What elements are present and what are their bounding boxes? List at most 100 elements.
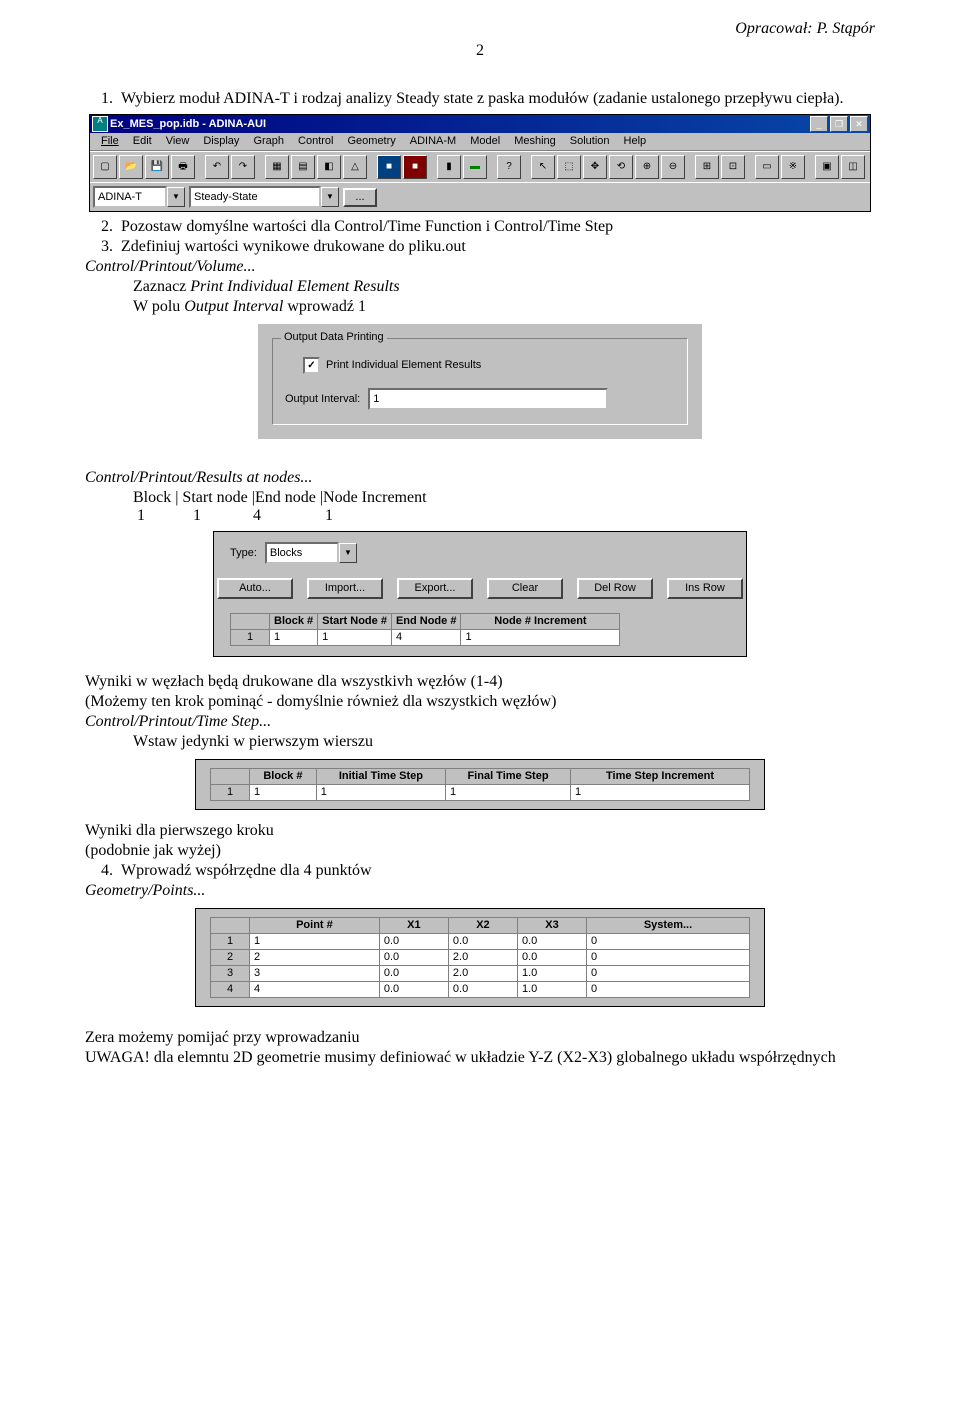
cursor-icon[interactable]: ↖ xyxy=(531,155,555,179)
menu-path-timestep: Control/Printout/Time Step... xyxy=(85,713,875,731)
new-icon[interactable]: ▢ xyxy=(93,155,117,179)
menu-path-results: Control/Printout/Results at nodes... xyxy=(85,469,875,487)
tool-icon[interactable]: ◧ xyxy=(317,155,341,179)
output-interval-input[interactable] xyxy=(368,388,608,410)
save-icon[interactable]: 💾 xyxy=(145,155,169,179)
print-icon[interactable]: 🖶 xyxy=(171,155,195,179)
tool-icon[interactable]: ■ xyxy=(403,155,427,179)
print-individual-checkbox-row: ✓ Print Individual Element Results xyxy=(303,357,675,374)
del-row-button[interactable]: Del Row xyxy=(577,578,653,599)
type-label: Type: xyxy=(230,548,257,559)
table-header-row: Block # Start Node # End Node # Node # I… xyxy=(231,614,620,630)
points-grid[interactable]: Point # X1 X2 X3 System... 1 1 0.0 0.0 0… xyxy=(210,917,750,998)
tool-icon[interactable]: ⊕ xyxy=(635,155,659,179)
menu-help[interactable]: Help xyxy=(617,134,654,149)
tool-icon[interactable]: ⬚ xyxy=(557,155,581,179)
menubar[interactable]: File Edit View Display Graph Control Geo… xyxy=(90,133,870,151)
tool-icon[interactable]: ▤ xyxy=(291,155,315,179)
analysis-value[interactable] xyxy=(189,186,321,208)
close-button[interactable]: ✕ xyxy=(850,116,868,132)
table-row[interactable]: 3 3 0.0 2.0 1.0 0 xyxy=(211,966,750,982)
col-x1: X1 xyxy=(379,918,448,934)
col-system: System... xyxy=(587,918,750,934)
output-box-panel: Output Data Printing ✓ Print Individual … xyxy=(258,324,702,439)
menu-display[interactable]: Display xyxy=(196,134,246,149)
table-row[interactable]: 2 2 0.0 2.0 0.0 0 xyxy=(211,950,750,966)
grid-button-row: Auto... Import... Export... Clear Del Ro… xyxy=(220,568,740,609)
tool-icon[interactable]: ⊖ xyxy=(661,155,685,179)
module-value[interactable] xyxy=(93,186,167,208)
menu-view[interactable]: View xyxy=(159,134,197,149)
menu-file[interactable]: File xyxy=(94,134,126,149)
tool-icon[interactable]: ▭ xyxy=(755,155,779,179)
type-combo[interactable]: ▼ xyxy=(265,542,357,564)
col-block: Block # xyxy=(250,769,317,785)
options-button[interactable]: ... xyxy=(343,188,377,207)
undo-icon[interactable]: ↶ xyxy=(205,155,229,179)
tool-icon[interactable]: ■ xyxy=(377,155,401,179)
module-combo[interactable]: ▼ xyxy=(93,186,185,208)
maximize-button[interactable]: ❐ xyxy=(830,116,848,132)
menu-path-points: Geometry/Points... xyxy=(85,882,875,900)
timestep-grid[interactable]: Block # Initial Time Step Final Time Ste… xyxy=(210,768,750,801)
help-icon[interactable]: ? xyxy=(497,155,521,179)
step-4: Wprowadź współrzędne dla 4 punktów xyxy=(117,862,875,880)
col-endnode: End Node # xyxy=(391,614,461,630)
type-value[interactable] xyxy=(265,542,339,564)
table-row[interactable]: 1 1 0.0 0.0 0.0 0 xyxy=(211,934,750,950)
tool-icon[interactable]: ※ xyxy=(781,155,805,179)
chevron-down-icon[interactable]: ▼ xyxy=(321,187,339,207)
import-button[interactable]: Import... xyxy=(307,578,383,599)
tool-icon[interactable]: ▬ xyxy=(463,155,487,179)
col-x2: X2 xyxy=(448,918,517,934)
step-2: Pozostaw domyślne wartości dla Control/T… xyxy=(117,218,875,236)
print-individual-checkbox[interactable]: ✓ xyxy=(303,357,320,374)
menu-adinam[interactable]: ADINA-M xyxy=(403,134,463,149)
toolbar-module: ▼ ▼ ... xyxy=(90,182,870,211)
tool-icon[interactable]: ✥ xyxy=(583,155,607,179)
window-title: Ex_MES_pop.idb - ADINA-AUI xyxy=(108,119,808,130)
blocks-panel: Type: ▼ Auto... Import... Export... Clea… xyxy=(213,531,747,657)
step-3: Zdefiniuj wartości wynikowe drukowane do… xyxy=(117,238,875,256)
table-row[interactable]: 1 1 1 1 1 xyxy=(211,785,750,801)
auto-button[interactable]: Auto... xyxy=(217,578,293,599)
menu-solution[interactable]: Solution xyxy=(563,134,617,149)
menu-geometry[interactable]: Geometry xyxy=(340,134,402,149)
table-header-row: Point # X1 X2 X3 System... xyxy=(211,918,750,934)
menu-graph[interactable]: Graph xyxy=(246,134,291,149)
tool-icon[interactable]: ◫ xyxy=(841,155,865,179)
open-icon[interactable]: 📂 xyxy=(119,155,143,179)
export-button[interactable]: Export... xyxy=(397,578,473,599)
blocks-grid[interactable]: Block # Start Node # End Node # Node # I… xyxy=(230,613,620,646)
table-row[interactable]: 1 1 1 4 1 xyxy=(231,630,620,646)
tool-icon[interactable]: ⟲ xyxy=(609,155,633,179)
paragraph: (Możemy ten krok pominąć - domyślnie rów… xyxy=(85,693,875,711)
paragraph: Zera możemy pomijać przy wprowadzaniu xyxy=(85,1029,875,1047)
page-author: Opracował: P. Stąpór xyxy=(85,20,875,38)
menu-control[interactable]: Control xyxy=(291,134,340,149)
clear-button[interactable]: Clear xyxy=(487,578,563,599)
menu-meshing[interactable]: Meshing xyxy=(507,134,563,149)
menu-path: Control/Printout/Volume... xyxy=(85,258,875,276)
paragraph: (podobnie jak wyżej) xyxy=(85,842,875,860)
app-icon: A xyxy=(92,116,108,132)
chevron-down-icon[interactable]: ▼ xyxy=(339,543,357,563)
tool-icon[interactable]: ▮ xyxy=(437,155,461,179)
col-initial: Initial Time Step xyxy=(316,769,445,785)
minimize-button[interactable]: _ xyxy=(810,116,828,132)
analysis-combo[interactable]: ▼ xyxy=(189,186,339,208)
menu-model[interactable]: Model xyxy=(463,134,507,149)
table-header-row: Block # Initial Time Step Final Time Ste… xyxy=(211,769,750,785)
paragraph: Wyniki dla pierwszego kroku xyxy=(85,822,875,840)
redo-icon[interactable]: ↷ xyxy=(231,155,255,179)
menu-edit[interactable]: Edit xyxy=(126,134,159,149)
table-row[interactable]: 4 4 0.0 0.0 1.0 0 xyxy=(211,982,750,998)
tool-icon[interactable]: ⊞ xyxy=(695,155,719,179)
tool-icon[interactable]: ▣ xyxy=(815,155,839,179)
ins-row-button[interactable]: Ins Row xyxy=(667,578,743,599)
chevron-down-icon[interactable]: ▼ xyxy=(167,187,185,207)
tool-icon[interactable]: △ xyxy=(343,155,367,179)
tool-icon[interactable]: ▦ xyxy=(265,155,289,179)
tool-icon[interactable]: ⊡ xyxy=(721,155,745,179)
step-3-sub: Zaznacz Print Individual Element Results xyxy=(133,278,400,295)
